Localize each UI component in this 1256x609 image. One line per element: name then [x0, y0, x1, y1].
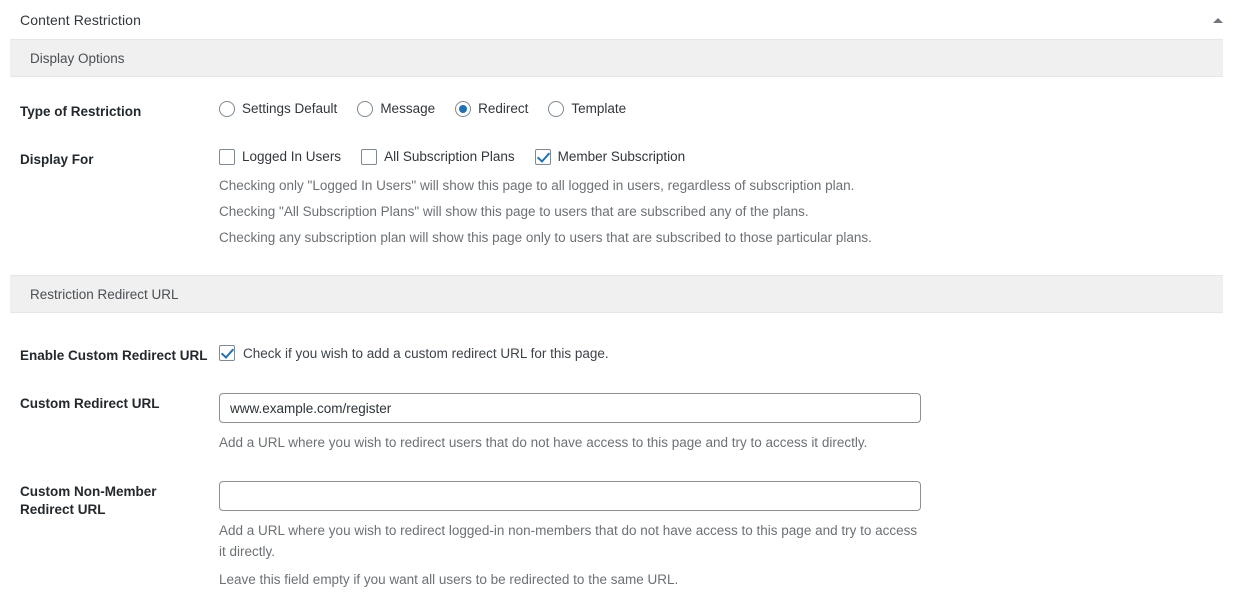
metabox-header: Content Restriction: [0, 1, 1240, 39]
radio-group-type-of-restriction: Settings Default Message Redirect Templa…: [219, 101, 1240, 117]
radio-icon-settings-default[interactable]: [219, 101, 235, 117]
checkbox-option-logged-in-users[interactable]: Logged In Users: [219, 149, 341, 165]
radio-option-template[interactable]: Template: [548, 101, 626, 117]
field-custom-non-member-redirect-url: Add a URL where you wish to redirect log…: [210, 481, 1240, 590]
checkbox-icon-logged-in-users[interactable]: [219, 149, 235, 165]
radio-label-redirect: Redirect: [478, 101, 528, 117]
section-header-restriction-redirect-url: Restriction Redirect URL: [10, 275, 1223, 313]
row-custom-redirect-url: Custom Redirect URL Add a URL where you …: [0, 393, 1240, 453]
spacer: [0, 453, 1240, 481]
checkbox-label-logged-in-users: Logged In Users: [242, 149, 341, 165]
label-custom-redirect-url: Custom Redirect URL: [0, 393, 210, 413]
content-restriction-metabox: Content Restriction Display Options Type…: [0, 0, 1240, 590]
checkbox-icon-enable-custom-redirect-url[interactable]: [219, 345, 235, 361]
custom-redirect-url-description: Add a URL where you wish to redirect use…: [219, 432, 919, 453]
checkbox-label-enable-custom-redirect-url: Check if you wish to add a custom redire…: [243, 346, 609, 361]
radio-option-settings-default[interactable]: Settings Default: [219, 101, 337, 117]
field-type-of-restriction: Settings Default Message Redirect Templa…: [210, 101, 1240, 117]
checkbox-option-member-subscription[interactable]: Member Subscription: [535, 149, 686, 165]
radio-icon-template[interactable]: [548, 101, 564, 117]
radio-icon-message[interactable]: [357, 101, 373, 117]
display-for-description-1: Checking only "Logged In Users" will sho…: [219, 173, 1240, 199]
checkbox-label-member-subscription: Member Subscription: [558, 149, 686, 165]
label-type-of-restriction: Type of Restriction: [0, 101, 210, 121]
section-title-restriction-redirect-url: Restriction Redirect URL: [30, 287, 179, 302]
field-custom-redirect-url: Add a URL where you wish to redirect use…: [210, 393, 1240, 453]
display-for-descriptions: Checking only "Logged In Users" will sho…: [219, 173, 1240, 251]
spacer: [0, 121, 1240, 149]
custom-non-member-redirect-url-description-secondary: Leave this field empty if you want all u…: [219, 569, 919, 590]
custom-redirect-url-input[interactable]: [219, 393, 921, 423]
display-for-description-3: Checking any subscription plan will show…: [219, 225, 1240, 251]
checkbox-option-enable-custom-redirect-url[interactable]: Check if you wish to add a custom redire…: [219, 345, 1240, 361]
caret-up-glyph: [1213, 18, 1223, 23]
radio-option-redirect[interactable]: Redirect: [455, 101, 528, 117]
checkbox-option-all-subscription-plans[interactable]: All Subscription Plans: [361, 149, 515, 165]
radio-label-settings-default: Settings Default: [242, 101, 337, 117]
row-custom-non-member-redirect-url: Custom Non-Member Redirect URL Add a URL…: [0, 481, 1240, 590]
row-enable-custom-redirect-url: Enable Custom Redirect URL Check if you …: [0, 345, 1240, 365]
radio-label-template: Template: [571, 101, 626, 117]
spacer: [0, 251, 1240, 275]
label-custom-non-member-redirect-url: Custom Non-Member Redirect URL: [0, 481, 210, 519]
radio-label-message: Message: [380, 101, 435, 117]
page-title: Content Restriction: [20, 12, 141, 28]
section-header-display-options: Display Options: [10, 39, 1223, 77]
display-for-description-2: Checking "All Subscription Plans" will s…: [219, 199, 1240, 225]
radio-icon-redirect[interactable]: [455, 101, 471, 117]
field-display-for: Logged In Users All Subscription Plans M…: [210, 149, 1240, 251]
row-type-of-restriction: Type of Restriction Settings Default Mes…: [0, 101, 1240, 121]
label-enable-custom-redirect-url: Enable Custom Redirect URL: [0, 345, 210, 365]
label-display-for: Display For: [0, 149, 210, 169]
spacer: [0, 77, 1240, 101]
checkbox-label-all-subscription-plans: All Subscription Plans: [384, 149, 515, 165]
spacer: [0, 313, 1240, 345]
row-display-for: Display For Logged In Users All Subscrip…: [0, 149, 1240, 251]
checkbox-group-display-for: Logged In Users All Subscription Plans M…: [219, 149, 1240, 165]
radio-option-message[interactable]: Message: [357, 101, 435, 117]
custom-non-member-redirect-url-description: Add a URL where you wish to redirect log…: [219, 520, 919, 562]
caret-up-icon[interactable]: [1208, 10, 1228, 30]
checkbox-icon-member-subscription[interactable]: [535, 149, 551, 165]
section-title-display-options: Display Options: [30, 51, 125, 66]
field-enable-custom-redirect-url: Check if you wish to add a custom redire…: [210, 345, 1240, 361]
spacer: [0, 365, 1240, 393]
custom-non-member-redirect-url-input[interactable]: [219, 481, 921, 511]
checkbox-icon-all-subscription-plans[interactable]: [361, 149, 377, 165]
